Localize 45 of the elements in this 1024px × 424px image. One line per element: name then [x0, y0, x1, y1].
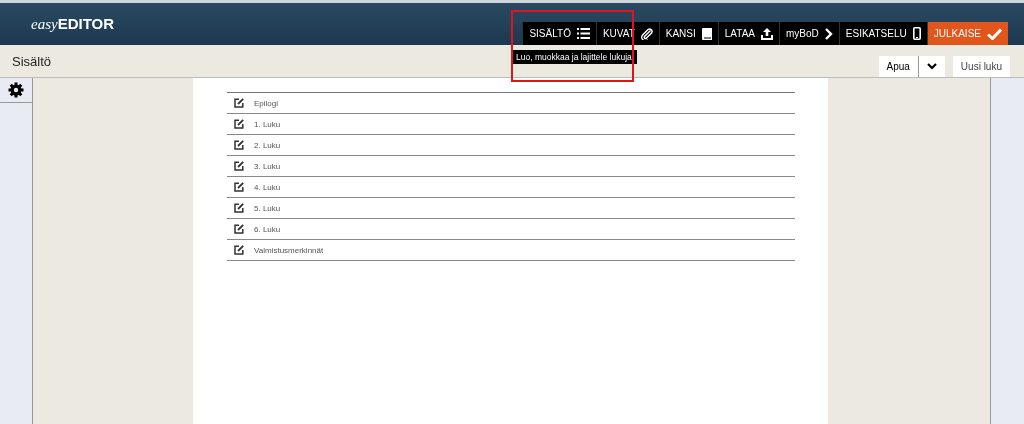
edit-icon [234, 161, 244, 171]
chapter-item[interactable]: 1. Luku [227, 114, 795, 135]
check-icon [987, 27, 1002, 40]
tooltip: Luo, muokkaa ja lajittele lukuja. [513, 50, 638, 64]
nav-button[interactable]: JULKAISE [926, 22, 1008, 45]
edit-icon [234, 245, 244, 255]
edit-icon [234, 224, 244, 234]
help-button[interactable]: Apua [878, 56, 918, 77]
nav-button[interactable]: myBoD [779, 22, 839, 45]
chapter-item[interactable]: 3. Luku [227, 156, 795, 177]
nav-button[interactable]: ESIKATSELU [838, 22, 927, 45]
phone-icon [912, 27, 921, 40]
new-chapter-button[interactable]: Uusi luku [952, 56, 1010, 77]
chapter-item[interactable]: Valmistusmerkinnät [227, 240, 795, 261]
logo: easyEDITOR [31, 15, 115, 33]
chapter-item[interactable]: 2. Luku [227, 135, 795, 156]
edit-icon [234, 98, 244, 108]
chapter-item[interactable]: 6. Luku [227, 219, 795, 240]
chevron-icon [824, 27, 833, 40]
list-icon [576, 28, 590, 39]
chapter-title: 4. Luku [254, 182, 281, 192]
chapter-title: 5. Luku [254, 203, 281, 213]
chapter-item[interactable]: 4. Luku [227, 177, 795, 198]
edit-icon [234, 182, 244, 192]
chapter-item[interactable]: 5. Luku [227, 198, 795, 219]
chapter-title: Epilogi [254, 98, 278, 108]
chapter-title: 6. Luku [254, 224, 281, 234]
nav-button[interactable]: LATAA [717, 22, 779, 45]
dropdown-button[interactable] [917, 56, 945, 77]
edit-icon [234, 119, 244, 129]
chapter-title: Valmistusmerkinnät [254, 245, 324, 255]
nav-button[interactable]: KANSI [658, 22, 718, 45]
caret-icon [926, 63, 937, 70]
edit-icon [234, 203, 244, 213]
chapter-item[interactable]: Epilogi [227, 93, 795, 114]
page-title: Sisältö [12, 53, 52, 69]
edit-icon [234, 140, 244, 150]
nav-button[interactable]: SISÄLTÖ [522, 22, 596, 45]
settings-icon [8, 82, 24, 98]
upload-icon [761, 27, 773, 40]
chapter-title: 3. Luku [254, 161, 281, 171]
chapter-title: 2. Luku [254, 140, 281, 150]
chapter-title: 1. Luku [254, 119, 281, 129]
book-icon [701, 27, 712, 40]
paperclip-icon [640, 27, 653, 40]
